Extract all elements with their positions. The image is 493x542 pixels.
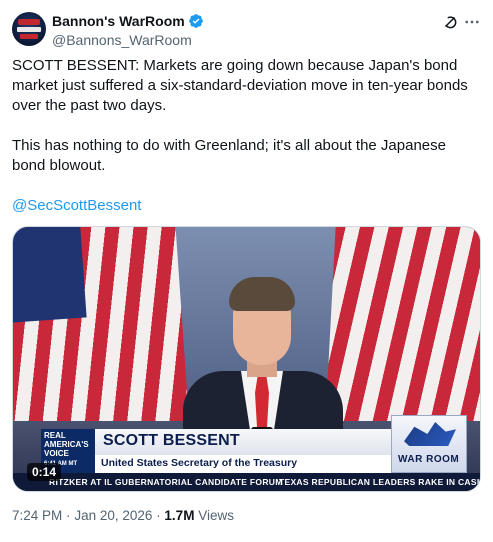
handle[interactable]: @Bannons_WarRoom xyxy=(52,31,204,49)
ticker-right: TEXAS REPUBLICAN LEADERS RAKE IN CASH, xyxy=(279,477,481,487)
chyron-title-bar: United States Secretary of the Treasury xyxy=(95,455,395,473)
chyron-name: SCOTT BESSENT xyxy=(103,432,240,449)
tweet-date[interactable]: Jan 20, 2026 xyxy=(74,508,152,523)
chyron-title: United States Secretary of the Treasury xyxy=(101,457,298,469)
video-elapsed-time: 0:14 xyxy=(27,463,62,481)
eagle-icon xyxy=(404,422,456,446)
mention-link[interactable]: @SecScottBessent xyxy=(12,196,482,216)
author-names: Bannon's WarRoom @Bannons_WarRoom xyxy=(52,12,204,49)
chyron-name-bar: SCOTT BESSENT xyxy=(95,429,395,455)
tweet-meta: 7:24 PM · Jan 20, 2026 · 1.7M Views xyxy=(12,508,234,523)
tweet-header: Bannon's WarRoom @Bannons_WarRoom xyxy=(12,12,481,48)
meta-separator: · xyxy=(66,508,71,523)
news-ticker: RITZKER AT IL GUBERNATORIAL CANDIDATE FO… xyxy=(13,473,481,491)
verified-badge-icon xyxy=(188,14,203,28)
display-name[interactable]: Bannon's WarRoom xyxy=(52,13,185,29)
video-frame: REAL AMERICA'S VOICE 6:41 AM MT SCOTT BE… xyxy=(13,227,480,491)
show-logo: WAR ROOM xyxy=(391,415,467,473)
more-icon[interactable] xyxy=(463,13,481,31)
ticker-left: RITZKER AT IL GUBERNATORIAL CANDIDATE FO… xyxy=(49,477,283,487)
tweet-paragraph-1: SCOTT BESSENT: Markets are going down be… xyxy=(12,57,468,114)
tweet-time[interactable]: 7:24 PM xyxy=(12,508,62,523)
views-label: Views xyxy=(198,508,234,523)
tweet-text: SCOTT BESSENT: Markets are going down be… xyxy=(12,56,482,216)
grok-icon[interactable] xyxy=(441,13,459,31)
avatar[interactable] xyxy=(12,12,46,46)
tweet-paragraph-2: This has nothing to do with Greenland; i… xyxy=(12,137,446,174)
meta-separator-2: · xyxy=(156,508,161,523)
views-count: 1.7M xyxy=(164,508,195,523)
video-player[interactable]: REAL AMERICA'S VOICE 6:41 AM MT SCOTT BE… xyxy=(12,226,481,492)
